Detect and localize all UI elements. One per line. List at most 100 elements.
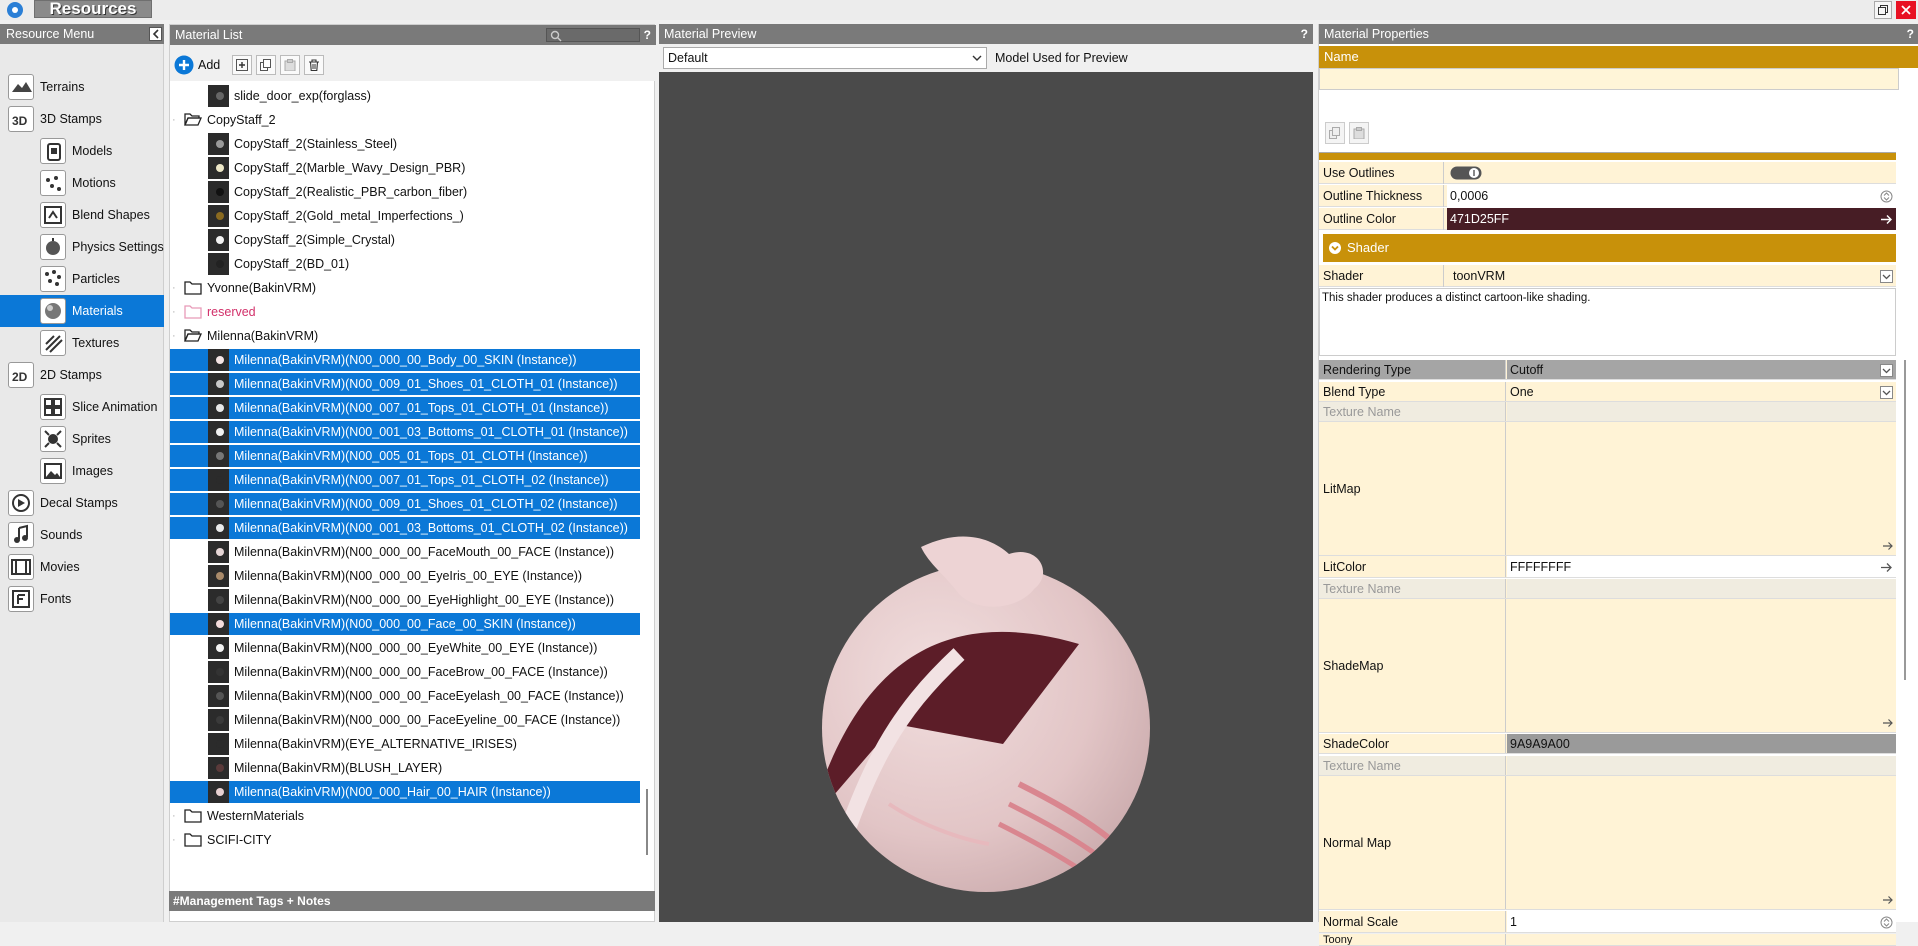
material-row[interactable]: CopyStaff_2(BD_01) xyxy=(170,253,640,275)
restore-window-button[interactable] xyxy=(1874,1,1892,19)
resource-item-slice-animation[interactable]: Slice Animation xyxy=(0,391,164,423)
material-list-title: Material List xyxy=(175,28,243,42)
folder-row[interactable]: · Milenna(BakinVRM) xyxy=(170,325,640,347)
use-outlines-toggle[interactable] xyxy=(1447,162,1896,184)
material-row[interactable]: Milenna(BakinVRM)(EYE_ALTERNATIVE_IRISES… xyxy=(170,733,640,755)
material-row[interactable]: Milenna(BakinVRM)(N00_000_00_EyeHighligh… xyxy=(170,589,640,611)
paste-button[interactable] xyxy=(280,55,300,75)
litmap-texture-name-field[interactable] xyxy=(1507,402,1896,421)
outline-thickness-input[interactable]: 0,0006 xyxy=(1447,185,1896,207)
litmap-slot[interactable] xyxy=(1507,422,1896,555)
shademap-label: ShadeMap xyxy=(1319,599,1506,732)
collapse-panel-button[interactable] xyxy=(149,27,162,41)
material-row[interactable]: Milenna(BakinVRM)(N00_000_00_FaceEyeline… xyxy=(170,709,640,731)
tree-expander-icon[interactable]: · xyxy=(172,277,176,299)
copy-button[interactable] xyxy=(256,55,276,75)
material-swatch-icon xyxy=(216,92,224,100)
material-row[interactable]: Milenna(BakinVRM)(BLUSH_LAYER) xyxy=(170,757,640,779)
material-row[interactable]: Milenna(BakinVRM)(N00_007_01_Tops_01_CLO… xyxy=(170,397,640,419)
material-properties-help-button[interactable]: ? xyxy=(1907,24,1914,44)
rendering-type-select[interactable]: Cutoff xyxy=(1507,360,1896,379)
material-row[interactable]: Milenna(BakinVRM)(N00_000_00_Body_00_SKI… xyxy=(170,349,640,371)
preview-model-select[interactable]: Default xyxy=(663,47,987,69)
resource-item-movies[interactable]: Movies xyxy=(0,551,164,583)
close-window-button[interactable] xyxy=(1896,1,1916,19)
material-preview-panel: Material Preview ? Default Model Used fo… xyxy=(659,24,1313,922)
material-name: Milenna(BakinVRM)(BLUSH_LAYER) xyxy=(234,761,443,775)
material-row[interactable]: CopyStaff_2(Simple_Crystal) xyxy=(170,229,640,251)
folder-row[interactable]: · CopyStaff_2 xyxy=(170,109,640,131)
chevron-down-icon xyxy=(972,55,982,61)
resource-item-materials[interactable]: Materials xyxy=(0,295,164,327)
shader-section-header[interactable]: Shader xyxy=(1323,234,1896,262)
paste-properties-button[interactable] xyxy=(1349,122,1369,144)
resource-item-images[interactable]: Images xyxy=(0,455,164,487)
properties-scrollbar[interactable] xyxy=(1904,360,1906,680)
material-row[interactable]: Milenna(BakinVRM)(N00_001_03_Bottoms_01_… xyxy=(170,517,640,539)
material-row[interactable]: Milenna(BakinVRM)(N00_001_03_Bottoms_01_… xyxy=(170,421,640,443)
folder-row[interactable]: · SCIFI-CITY xyxy=(170,829,640,851)
tree-expander-icon[interactable]: · xyxy=(172,109,176,131)
resource-item-sprites[interactable]: Sprites xyxy=(0,423,164,455)
resource-item-particles[interactable]: Particles xyxy=(0,263,164,295)
tree-expander-icon[interactable]: · xyxy=(172,829,176,851)
resource-item-decal-stamps[interactable]: Decal Stamps xyxy=(0,487,164,519)
material-row[interactable]: CopyStaff_2(Marble_Wavy_Design_PBR) xyxy=(170,157,640,179)
material-row[interactable]: CopyStaff_2(Stainless_Steel) xyxy=(170,133,640,155)
material-row[interactable]: slide_door_exp(forglass) xyxy=(170,85,640,107)
shader-select[interactable]: toonVRM xyxy=(1447,265,1896,287)
shadecolor-label: ShadeColor xyxy=(1319,734,1506,753)
shadecolor-input[interactable]: 9A9A9A00 xyxy=(1507,734,1896,753)
normal-texture-name-field[interactable] xyxy=(1507,756,1896,775)
blend-type-select[interactable]: One xyxy=(1507,382,1896,401)
resource-item-terrains[interactable]: Terrains xyxy=(0,71,164,103)
material-row[interactable]: Milenna(BakinVRM)(N00_000_00_FaceMouth_0… xyxy=(170,541,640,563)
material-row[interactable]: Milenna(BakinVRM)(N00_000_00_FaceBrow_00… xyxy=(170,661,640,683)
delete-button[interactable] xyxy=(304,55,324,75)
tree-expander-icon[interactable]: · xyxy=(172,325,176,347)
material-row[interactable]: CopyStaff_2(Realistic_PBR_carbon_fiber) xyxy=(170,181,640,203)
material-row[interactable]: Milenna(BakinVRM)(N00_000_00_FaceEyelash… xyxy=(170,685,640,707)
resource-item-2d-stamps[interactable]: 2D 2D Stamps xyxy=(0,359,164,391)
add-material-button[interactable]: Add xyxy=(174,54,220,76)
tree-expander-icon[interactable]: · xyxy=(172,805,176,827)
material-row[interactable]: Milenna(BakinVRM)(N00_009_01_Shoes_01_CL… xyxy=(170,493,640,515)
resource-item-blend-shapes[interactable]: Blend Shapes xyxy=(0,199,164,231)
shademap-slot[interactable] xyxy=(1507,599,1896,732)
resource-item-physics-settings[interactable]: Physics Settings xyxy=(0,231,164,263)
outline-color-input[interactable]: 471D25FF xyxy=(1447,208,1896,230)
shademap-texture-name-field[interactable] xyxy=(1507,579,1896,598)
resource-item-models[interactable]: Models xyxy=(0,135,164,167)
name-field[interactable] xyxy=(1319,68,1899,90)
resource-item-3d-stamps[interactable]: 3D 3D Stamps xyxy=(0,103,164,135)
folder-row[interactable]: · Yvonne(BakinVRM) xyxy=(170,277,640,299)
folder-row[interactable]: · WesternMaterials xyxy=(170,805,640,827)
vertical-scrollbar[interactable] xyxy=(646,789,648,855)
material-row[interactable]: Milenna(BakinVRM)(N00_005_01_Tops_01_CLO… xyxy=(170,445,640,467)
resource-item-fonts[interactable]: Fonts xyxy=(0,583,164,615)
preview-sphere[interactable] xyxy=(659,24,1313,922)
resource-item-textures[interactable]: Textures xyxy=(0,327,164,359)
shadecolor-row: ShadeColor 9A9A9A00 xyxy=(1319,734,1896,754)
new-folder-button[interactable] xyxy=(232,55,252,75)
material-preview-help-button[interactable]: ? xyxy=(1301,24,1308,44)
tree-expander-icon[interactable]: · xyxy=(172,301,176,323)
material-row[interactable]: Milenna(BakinVRM)(N00_000_00_Face_00_SKI… xyxy=(170,613,640,635)
material-row[interactable]: Milenna(BakinVRM)(N00_009_01_Shoes_01_CL… xyxy=(170,373,640,395)
close-icon xyxy=(1901,5,1911,15)
material-row[interactable]: Milenna(BakinVRM)(N00_000_00_EyeWhite_00… xyxy=(170,637,640,659)
normal-map-slot[interactable] xyxy=(1507,776,1896,909)
material-row[interactable]: CopyStaff_2(Gold_metal_Imperfections_) xyxy=(170,205,640,227)
litcolor-input[interactable]: FFFFFFFF xyxy=(1507,556,1896,577)
toggle-icon xyxy=(1450,166,1482,180)
folder-row[interactable]: · reserved xyxy=(170,301,640,323)
resource-item-motions[interactable]: Motions xyxy=(0,167,164,199)
material-row[interactable]: Milenna(BakinVRM)(N00_007_01_Tops_01_CLO… xyxy=(170,469,640,491)
material-list-help-button[interactable]: ? xyxy=(644,25,651,45)
material-search-input[interactable] xyxy=(546,28,640,42)
material-row[interactable]: Milenna(BakinVRM)(N00_000_Hair_00_HAIR (… xyxy=(170,781,640,803)
copy-properties-button[interactable] xyxy=(1325,122,1345,144)
notes-section-header[interactable]: #Management Tags + Notes xyxy=(169,891,655,911)
resource-item-sounds[interactable]: Sounds xyxy=(0,519,164,551)
material-row[interactable]: Milenna(BakinVRM)(N00_000_00_EyeIris_00_… xyxy=(170,565,640,587)
